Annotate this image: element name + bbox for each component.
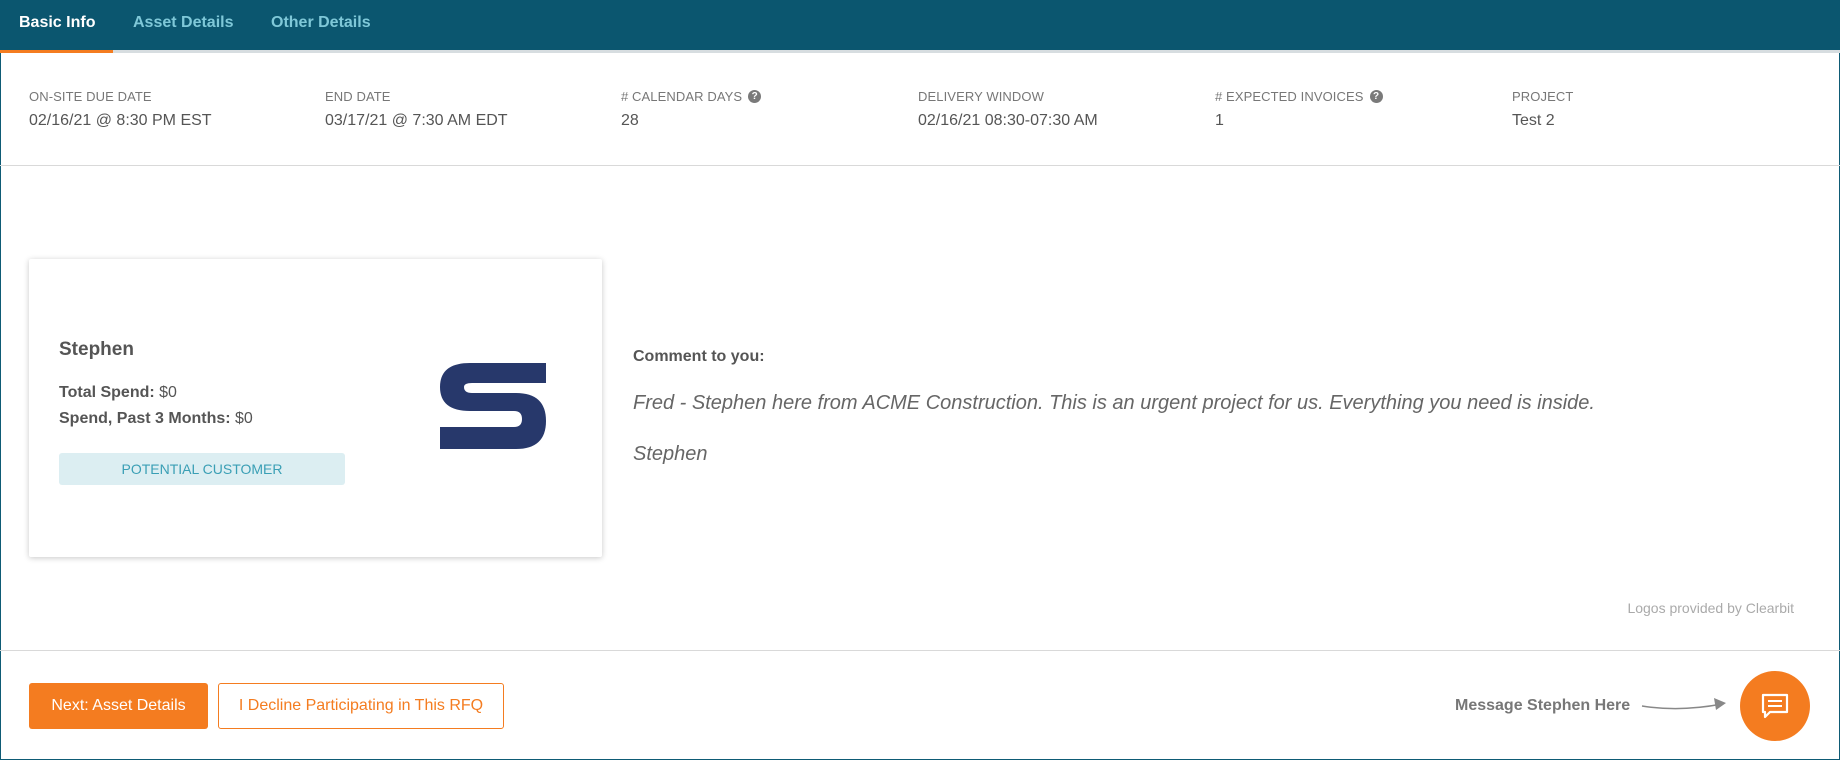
chat-button[interactable] <box>1740 671 1810 741</box>
help-icon[interactable]: ? <box>748 90 762 103</box>
rfq-summary: On-Site Due Date 02/16/21 @ 8:30 PM EST … <box>0 53 1840 166</box>
stat-label-row: # Calendar Days ? <box>621 89 762 104</box>
stat-end-date: End Date 03/17/21 @ 7:30 AM EDT <box>325 89 508 130</box>
stat-value: 1 <box>1215 112 1224 129</box>
stat-value: 28 <box>621 112 639 129</box>
total-spend: Total Spend: $0 <box>59 384 177 402</box>
logo-attribution: Logos provided by Clearbit <box>1627 600 1794 616</box>
stat-project: Project Test 2 <box>1512 89 1573 130</box>
tab-bar: Basic Info Asset Details Other Details <box>0 0 1840 53</box>
stat-label: On-Site Due Date <box>29 89 152 104</box>
stat-value: 02/16/21 @ 8:30 PM EST <box>29 112 212 129</box>
stat-label: Project <box>1512 89 1574 104</box>
decline-rfq-button[interactable]: I Decline Participating in This RFQ <box>218 683 504 729</box>
stat-expected-invoices: # Expected Invoices ? 1 <box>1215 89 1383 130</box>
total-spend-label: Total Spend: <box>59 384 155 401</box>
help-icon[interactable]: ? <box>1369 90 1383 103</box>
total-spend-value: $0 <box>159 384 177 401</box>
stat-label-row: # Expected Invoices ? <box>1215 89 1383 104</box>
stat-label: # Expected Invoices <box>1215 89 1364 104</box>
stat-label: # Calendar Days <box>621 89 743 104</box>
spend-3m-label: Spend, Past 3 Months: <box>59 410 231 427</box>
next-asset-details-button[interactable]: Next: Asset Details <box>29 683 208 729</box>
stat-value: 03/17/21 @ 7:30 AM EDT <box>325 112 508 129</box>
tab-other-details[interactable]: Other Details <box>271 0 371 50</box>
s-logo-icon <box>440 363 546 449</box>
chat-bubble-icon <box>1761 693 1789 719</box>
stat-value: 02/16/21 08:30-07:30 AM <box>918 112 1098 129</box>
stat-value: Test 2 <box>1512 112 1555 129</box>
stat-delivery-window: Delivery Window 02/16/21 08:30-07:30 AM <box>918 89 1098 130</box>
tab-basic-info[interactable]: Basic Info <box>19 0 95 50</box>
comment-body: Fred - Stephen here from ACME Constructi… <box>633 392 1595 414</box>
stat-label: End Date <box>325 89 391 104</box>
status-badge: Potential Customer <box>59 453 345 485</box>
comment-signature: Stephen <box>633 443 708 465</box>
tab-asset-details[interactable]: Asset Details <box>133 0 234 50</box>
arrow-icon <box>1641 698 1726 710</box>
stat-calendar-days: # Calendar Days ? 28 <box>621 89 762 130</box>
comment-title: Comment to you: <box>633 348 765 365</box>
footer-divider <box>0 650 1840 651</box>
spend-past-3-months: Spend, Past 3 Months: $0 <box>59 410 253 428</box>
customer-card: Stephen Total Spend: $0 Spend, Past 3 Mo… <box>29 259 602 557</box>
spend-3m-value: $0 <box>235 410 253 427</box>
stat-label: Delivery Window <box>918 89 1044 104</box>
stat-due-date: On-Site Due Date 02/16/21 @ 8:30 PM EST <box>29 89 212 130</box>
customer-name: Stephen <box>59 339 134 360</box>
message-hint: Message Stephen Here <box>1455 697 1631 714</box>
